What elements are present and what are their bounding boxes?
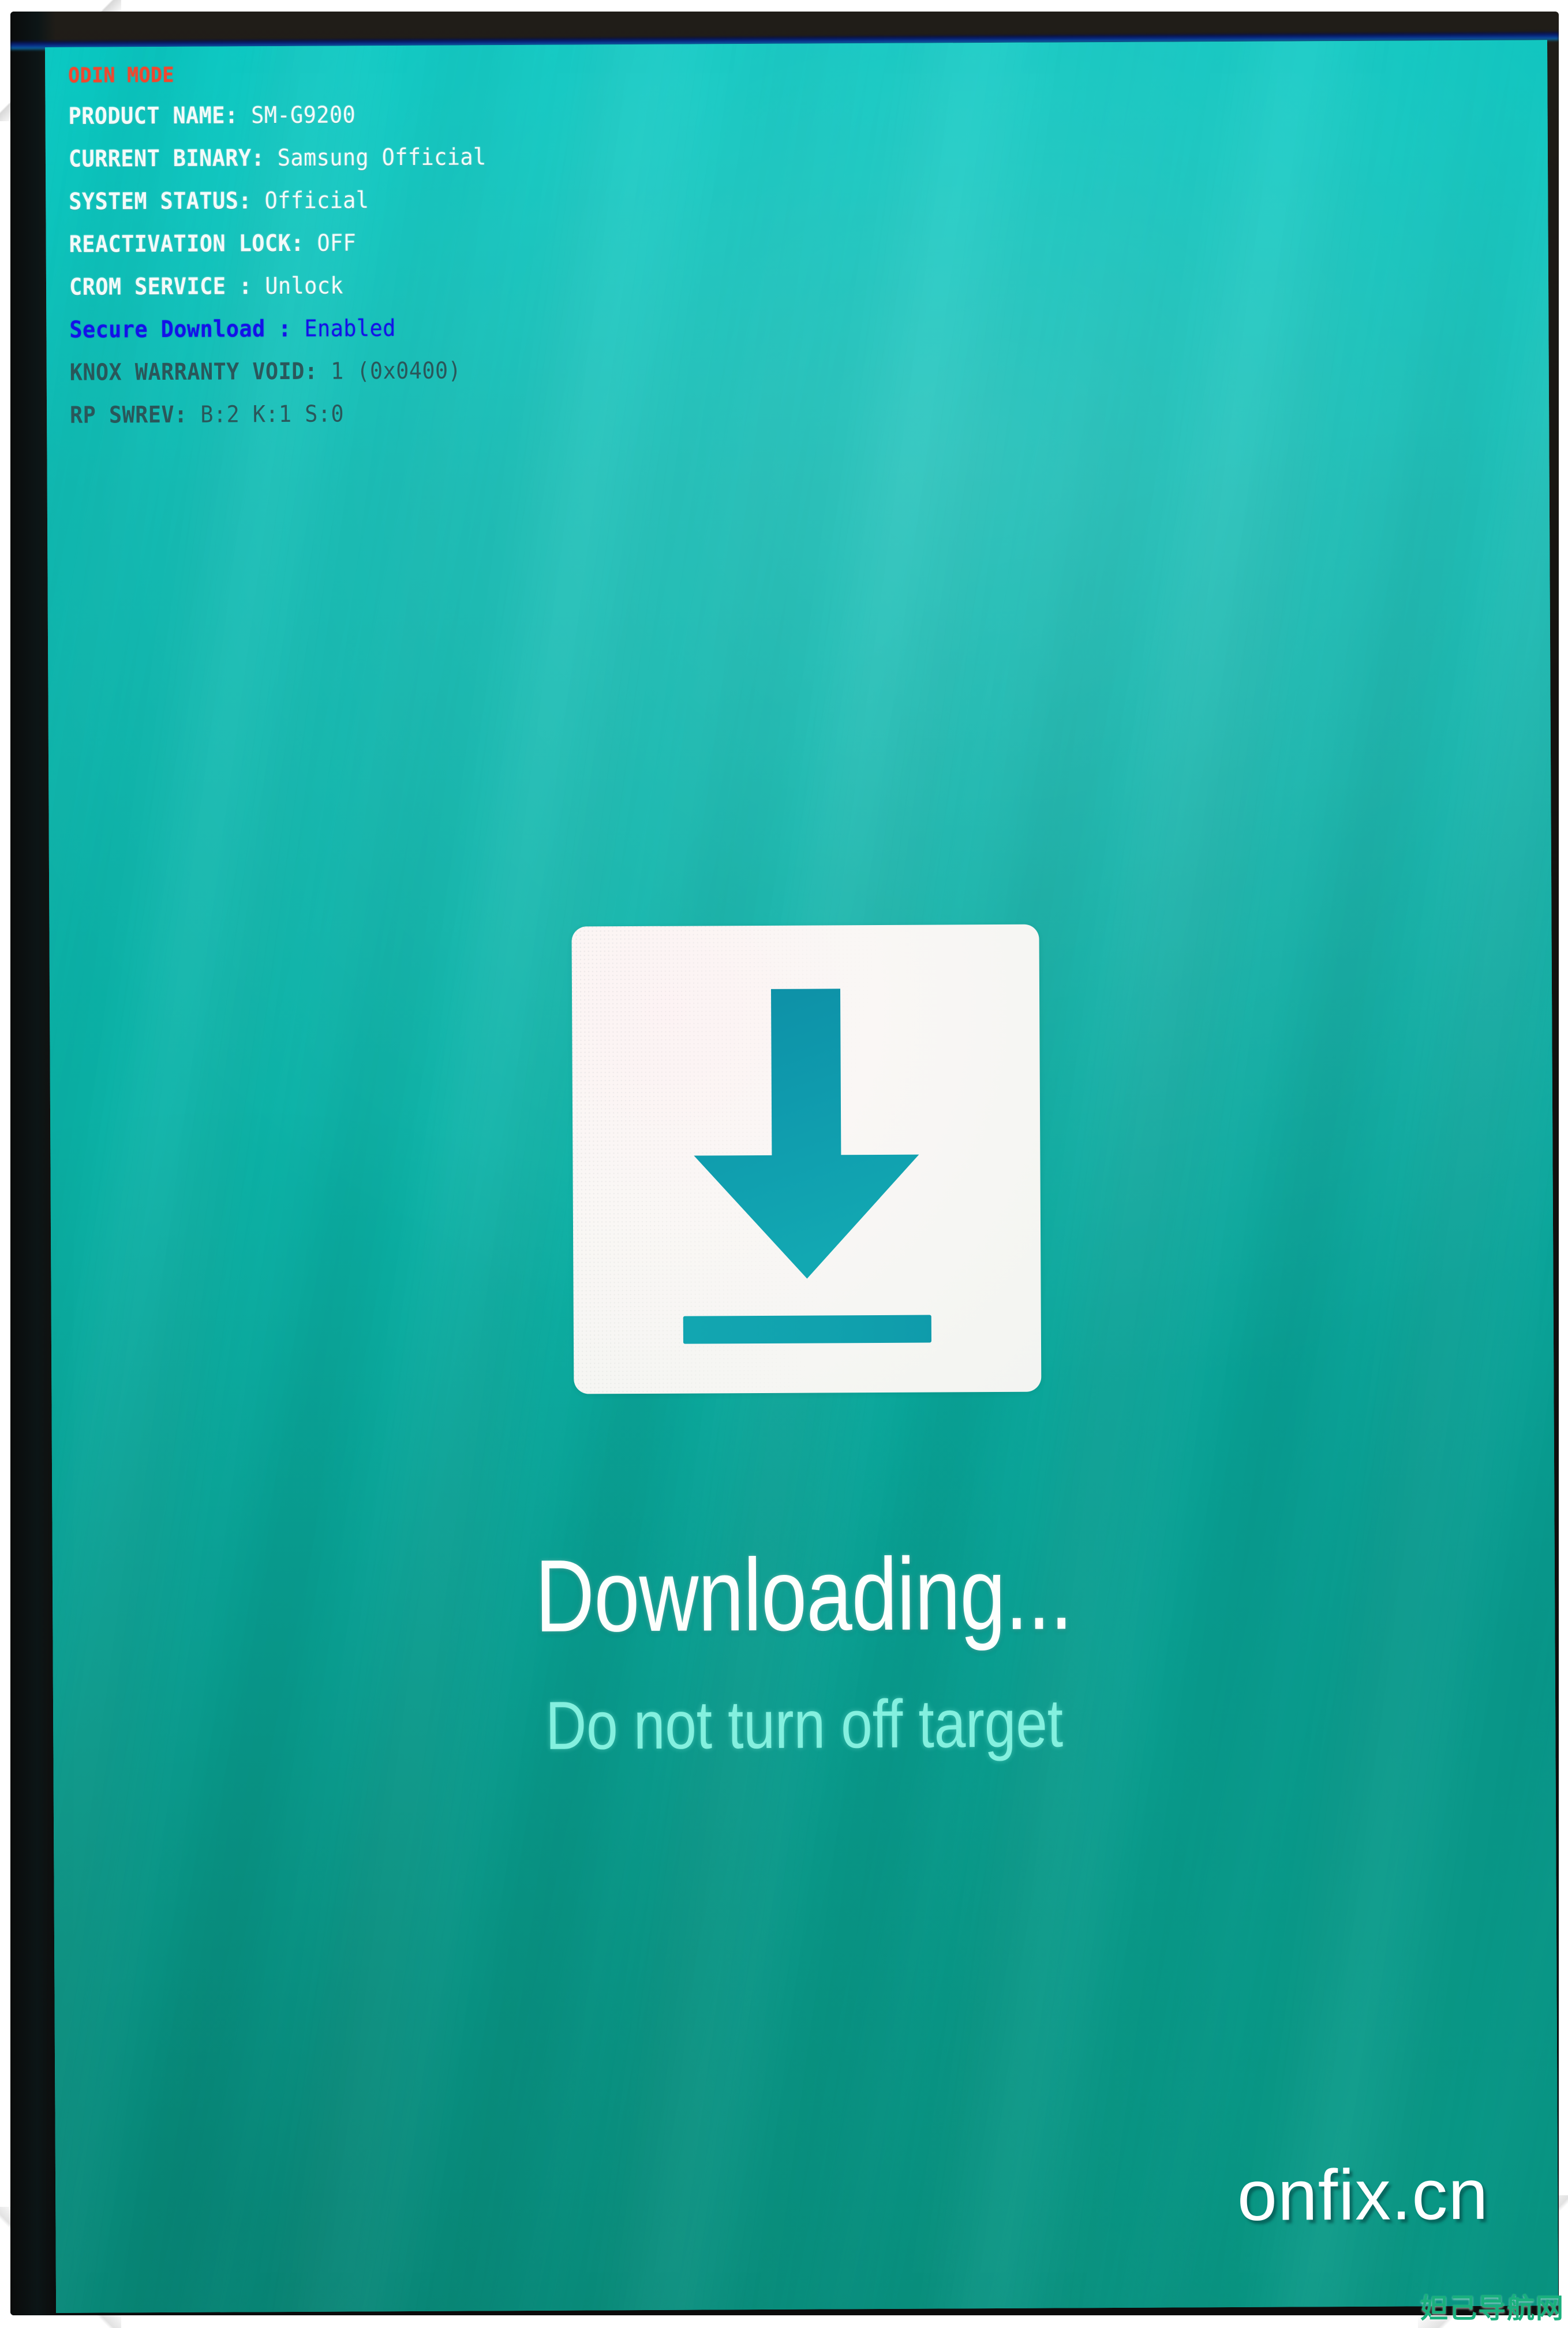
- download-icon: [683, 989, 931, 1344]
- info-row-secure-download: Secure Download : Enabled: [69, 315, 487, 343]
- status-subtitle: Do not turn off target: [545, 1685, 1064, 1764]
- info-row-crom-service: CROM SERVICE : Unlock: [69, 272, 487, 301]
- info-label: CROM SERVICE :: [69, 273, 252, 301]
- phone-bezel: ODIN MODE PRODUCT NAME: SM-G9200 CURRENT…: [10, 12, 1559, 2315]
- odin-mode-label: ODIN MODE: [68, 63, 174, 88]
- info-row-reactivation-lock: REACTIVATION LOCK: OFF: [69, 230, 487, 258]
- screenshot-root: ODIN MODE PRODUCT NAME: SM-G9200 CURRENT…: [0, 0, 1568, 2328]
- site-watermark: onfix.cn: [1237, 2154, 1489, 2236]
- info-row-product-name: PRODUCT NAME: SM-G9200: [68, 102, 486, 130]
- info-value: Samsung Official: [277, 144, 487, 172]
- info-label: SYSTEM STATUS:: [69, 188, 252, 215]
- info-label: REACTIVATION LOCK:: [69, 230, 304, 258]
- info-label: Secure Download :: [69, 315, 291, 343]
- download-baseline-bar: [683, 1315, 931, 1344]
- info-row-rp-swrev: RP SWREV: B:2 K:1 S:0: [70, 401, 488, 429]
- info-label: KNOX WARRANTY VOID:: [69, 358, 318, 386]
- odin-info-block: ODIN MODE PRODUCT NAME: SM-G9200 CURRENT…: [68, 63, 524, 447]
- site-watermark-cn: 妲己导航网: [1420, 2292, 1565, 2325]
- info-value: Enabled: [304, 315, 396, 342]
- info-row-current-binary: CURRENT BINARY: Samsung Official: [68, 144, 487, 173]
- device-screen: ODIN MODE PRODUCT NAME: SM-G9200 CURRENT…: [45, 40, 1559, 2313]
- info-value: B:2 K:1 S:0: [200, 401, 345, 428]
- download-arrow-shape: [694, 989, 919, 1279]
- info-value: Unlock: [265, 272, 344, 300]
- info-label: CURRENT BINARY:: [68, 145, 265, 173]
- info-value: 1 (0x0400): [330, 357, 462, 385]
- download-icon-card: [571, 924, 1042, 1394]
- info-label: PRODUCT NAME:: [68, 102, 238, 130]
- info-row-system-status: SYSTEM STATUS: Official: [69, 187, 487, 215]
- info-value: Official: [264, 187, 369, 215]
- status-title: Downloading...: [534, 1536, 1073, 1653]
- info-value: OFF: [317, 230, 357, 257]
- info-label: RP SWREV:: [70, 401, 188, 429]
- info-row-knox-warranty-void: KNOX WARRANTY VOID: 1 (0x0400): [69, 357, 488, 386]
- info-value: SM-G9200: [251, 102, 356, 129]
